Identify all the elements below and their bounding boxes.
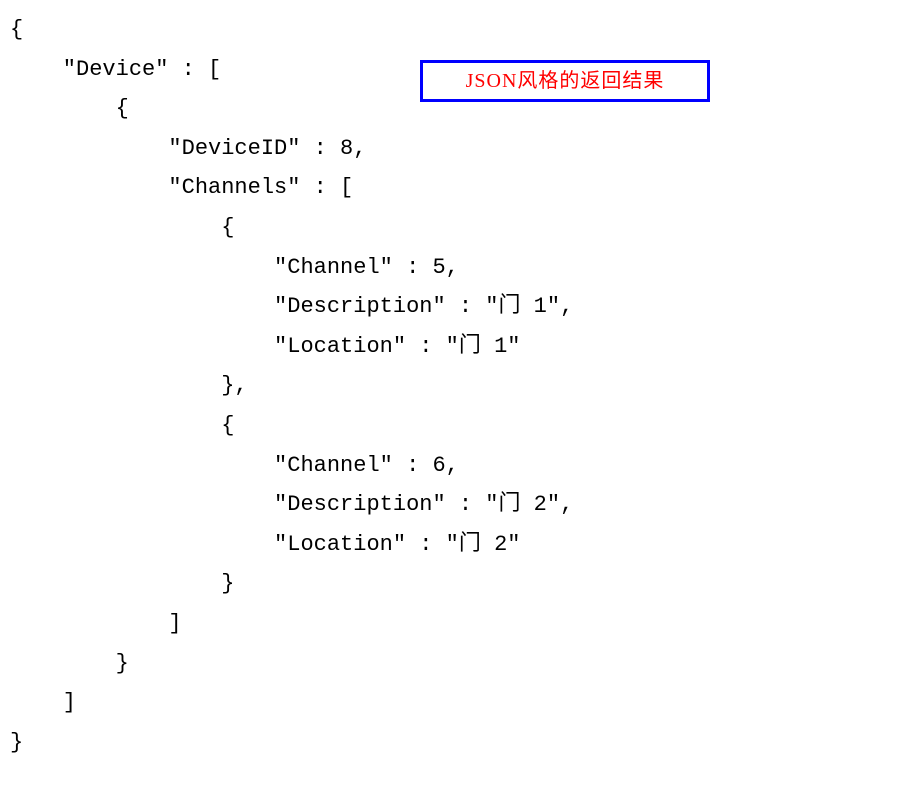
code-line: ] [10,611,182,636]
code-line: ] [10,690,76,715]
code-line: "Channels" : [ [10,175,353,200]
code-line: "Device" : [ [10,57,221,82]
json-code-block: { "Device" : [ { "DeviceID" : 8, "Channe… [10,10,900,762]
code-line: "Location" : "门 1" [10,334,520,359]
code-line: }, [10,373,248,398]
code-line: { [10,17,23,42]
code-line: "DeviceID" : 8, [10,136,366,161]
annotation-callout: JSON风格的返回结果 [420,60,710,102]
code-line: { [10,413,234,438]
code-line: } [10,730,23,755]
annotation-label: JSON风格的返回结果 [466,63,665,99]
code-line: "Channel" : 6, [10,453,459,478]
code-line: "Location" : "门 2" [10,532,520,557]
code-line: "Description" : "门 1", [10,294,573,319]
code-line: } [10,651,129,676]
code-line: { [10,96,129,121]
code-line: } [10,571,234,596]
code-line: "Channel" : 5, [10,255,459,280]
code-line: { [10,215,234,240]
code-line: "Description" : "门 2", [10,492,573,517]
